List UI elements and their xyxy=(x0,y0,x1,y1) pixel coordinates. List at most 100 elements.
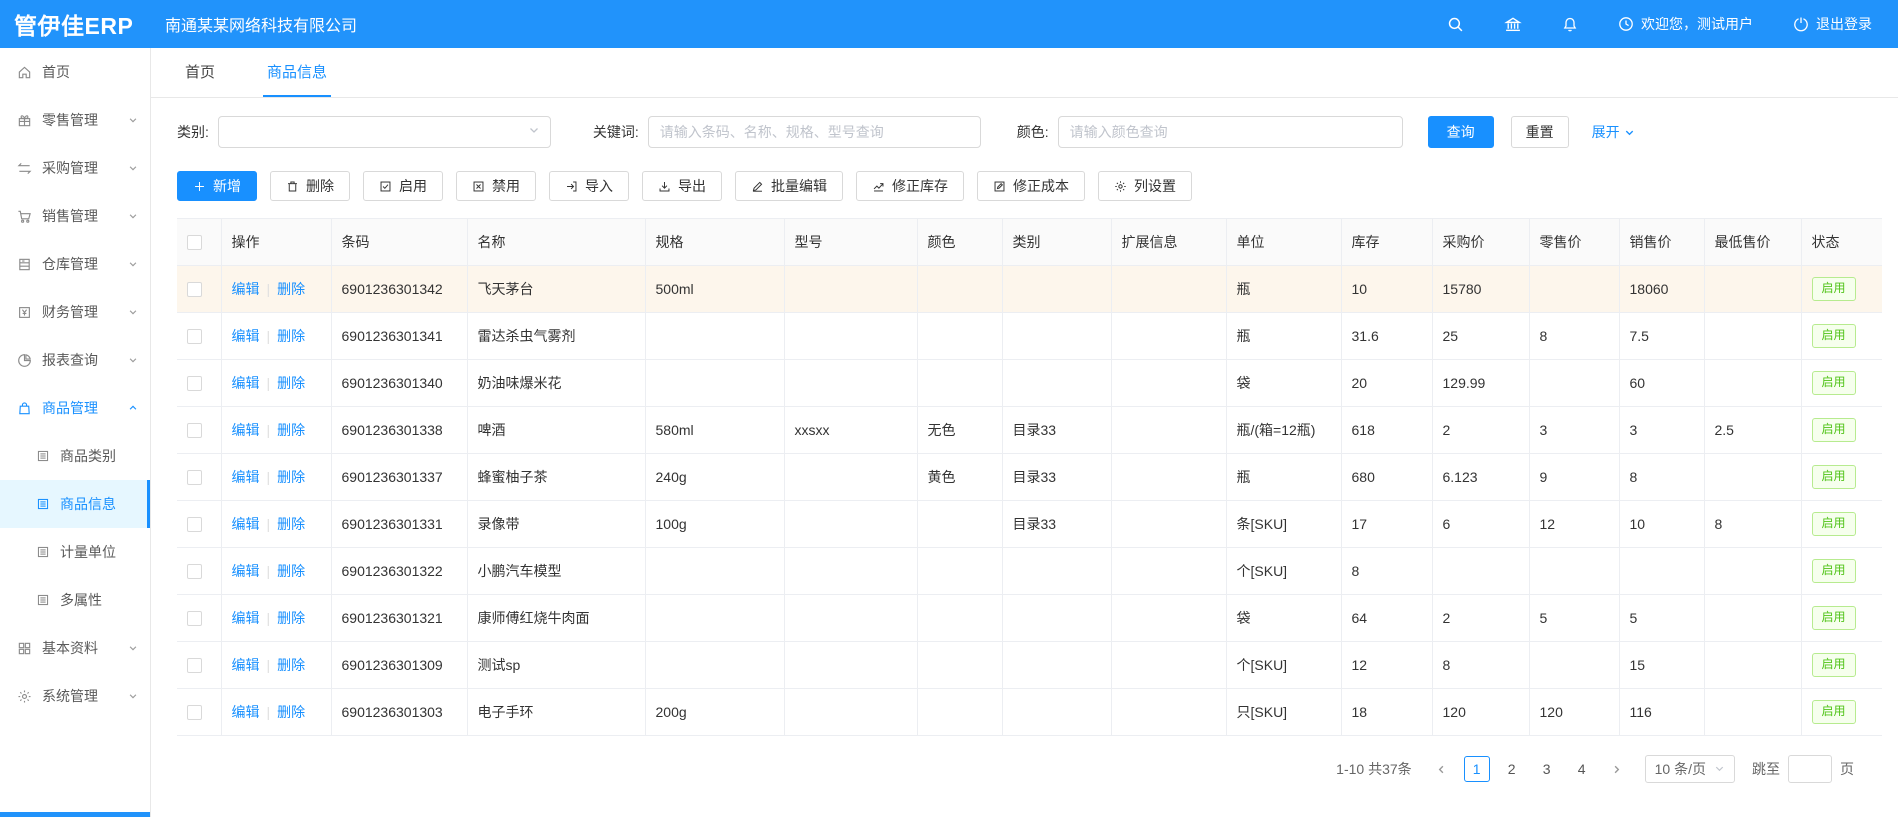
delete-link[interactable]: 删除 xyxy=(277,422,305,438)
row-actions-cell: 编辑|删除 xyxy=(221,360,331,407)
status-badge[interactable]: 启用 xyxy=(1812,418,1856,442)
row-checkbox[interactable] xyxy=(187,423,202,438)
status-badge[interactable]: 启用 xyxy=(1812,465,1856,489)
row-checkbox[interactable] xyxy=(187,470,202,485)
edit-link[interactable]: 编辑 xyxy=(232,469,260,485)
delete-link[interactable]: 删除 xyxy=(277,328,305,344)
status-badge[interactable]: 启用 xyxy=(1812,324,1856,348)
toolbar-button-0[interactable]: 新增 xyxy=(177,171,257,201)
sidebar-item-10[interactable]: 计量单位 xyxy=(0,528,150,576)
edit-link[interactable]: 编辑 xyxy=(232,516,260,532)
logout-button[interactable]: 退出登录 xyxy=(1793,14,1872,34)
edit-link[interactable]: 编辑 xyxy=(232,281,260,297)
status-badge[interactable]: 启用 xyxy=(1812,606,1856,630)
page-size-select[interactable]: 10 条/页 xyxy=(1645,755,1735,783)
tab-home[interactable]: 首页 xyxy=(181,48,219,97)
status-badge[interactable]: 启用 xyxy=(1812,512,1856,536)
row-checkbox[interactable] xyxy=(187,611,202,626)
sidebar-item-3[interactable]: 销售管理 xyxy=(0,192,150,240)
cell-sale: 3 xyxy=(1619,407,1704,454)
toolbar-button-3[interactable]: 禁用 xyxy=(456,171,536,201)
row-actions-cell: 编辑|删除 xyxy=(221,313,331,360)
page-button-2[interactable]: 2 xyxy=(1499,756,1525,782)
search-icon[interactable] xyxy=(1447,16,1464,33)
sidebar-item-1[interactable]: 零售管理 xyxy=(0,96,150,144)
status-badge[interactable]: 启用 xyxy=(1812,653,1856,677)
edit-link[interactable]: 编辑 xyxy=(232,422,260,438)
cell-name: 录像带 xyxy=(467,501,645,548)
bank-icon[interactable] xyxy=(1504,16,1522,33)
action-divider: | xyxy=(267,281,271,297)
sidebar-item-0[interactable]: 首页 xyxy=(0,48,150,96)
row-checkbox[interactable] xyxy=(187,282,202,297)
edit-link[interactable]: 编辑 xyxy=(232,328,260,344)
page-button-1[interactable]: 1 xyxy=(1464,756,1490,782)
delete-link[interactable]: 删除 xyxy=(277,375,305,391)
cell-stock: 17 xyxy=(1341,501,1432,548)
row-checkbox[interactable] xyxy=(187,658,202,673)
toolbar-button-8[interactable]: 修正成本 xyxy=(977,171,1085,201)
select-all-checkbox[interactable] xyxy=(187,235,202,250)
sidebar-item-12[interactable]: 基本资料 xyxy=(0,624,150,672)
edit-link[interactable]: 编辑 xyxy=(232,704,260,720)
toolbar-button-6[interactable]: 批量编辑 xyxy=(735,171,843,201)
delete-link[interactable]: 删除 xyxy=(277,657,305,673)
cell-min xyxy=(1704,266,1801,313)
prev-page-button[interactable] xyxy=(1429,756,1455,782)
sidebar-item-11[interactable]: 多属性 xyxy=(0,576,150,624)
status-badge[interactable]: 启用 xyxy=(1812,277,1856,301)
column-header-8: 单位 xyxy=(1226,219,1341,266)
sidebar-item-6[interactable]: 报表查询 xyxy=(0,336,150,384)
sidebar-item-13[interactable]: 系统管理 xyxy=(0,672,150,720)
status-badge[interactable]: 启用 xyxy=(1812,559,1856,583)
expand-link[interactable]: 展开 xyxy=(1592,122,1635,142)
status-badge[interactable]: 启用 xyxy=(1812,700,1856,724)
toolbar-button-4[interactable]: 导入 xyxy=(549,171,629,201)
page-button-3[interactable]: 3 xyxy=(1534,756,1560,782)
delete-link[interactable]: 删除 xyxy=(277,516,305,532)
edit-link[interactable]: 编辑 xyxy=(232,563,260,579)
jump-page-input[interactable] xyxy=(1788,755,1832,783)
search-button[interactable]: 查询 xyxy=(1428,116,1494,148)
toolbar-button-9[interactable]: 列设置 xyxy=(1098,171,1192,201)
category-select[interactable] xyxy=(218,116,551,148)
edit-link[interactable]: 编辑 xyxy=(232,375,260,391)
delete-link[interactable]: 删除 xyxy=(277,469,305,485)
row-checkbox[interactable] xyxy=(187,517,202,532)
sales-cart-icon xyxy=(17,209,32,224)
cell-spec xyxy=(645,360,784,407)
column-header-7: 扩展信息 xyxy=(1111,219,1226,266)
delete-link[interactable]: 删除 xyxy=(277,610,305,626)
keyword-input[interactable] xyxy=(648,116,981,148)
sidebar-item-7[interactable]: 商品管理 xyxy=(0,384,150,432)
delete-link[interactable]: 删除 xyxy=(277,704,305,720)
sidebar-item-8[interactable]: 商品类别 xyxy=(0,432,150,480)
row-checkbox[interactable] xyxy=(187,329,202,344)
next-page-button[interactable] xyxy=(1604,756,1630,782)
reset-button[interactable]: 重置 xyxy=(1511,116,1569,148)
delete-link[interactable]: 删除 xyxy=(277,281,305,297)
delete-link[interactable]: 删除 xyxy=(277,563,305,579)
edit-link[interactable]: 编辑 xyxy=(232,610,260,626)
sidebar-item-5[interactable]: 财务管理 xyxy=(0,288,150,336)
row-checkbox[interactable] xyxy=(187,376,202,391)
sidebar-item-4[interactable]: 仓库管理 xyxy=(0,240,150,288)
toolbar-button-2[interactable]: 启用 xyxy=(363,171,443,201)
status-badge[interactable]: 启用 xyxy=(1812,371,1856,395)
cell-retail xyxy=(1529,360,1619,407)
sidebar-item-9[interactable]: 商品信息 xyxy=(0,480,150,528)
color-input[interactable] xyxy=(1058,116,1403,148)
page-button-4[interactable]: 4 xyxy=(1569,756,1595,782)
welcome-user[interactable]: 欢迎您，测试用户 xyxy=(1618,14,1753,34)
edit-link[interactable]: 编辑 xyxy=(232,657,260,673)
tab-product-info[interactable]: 商品信息 xyxy=(263,48,331,97)
toolbar-button-1[interactable]: 删除 xyxy=(270,171,350,201)
cell-status: 启用 xyxy=(1801,266,1882,313)
row-checkbox[interactable] xyxy=(187,705,202,720)
row-checkbox[interactable] xyxy=(187,564,202,579)
toolbar-button-7[interactable]: 修正库存 xyxy=(856,171,964,201)
app-logo: 管伊佳ERP xyxy=(0,7,151,41)
notification-bell-icon[interactable] xyxy=(1562,16,1578,33)
toolbar-button-5[interactable]: 导出 xyxy=(642,171,722,201)
sidebar-item-2[interactable]: 采购管理 xyxy=(0,144,150,192)
